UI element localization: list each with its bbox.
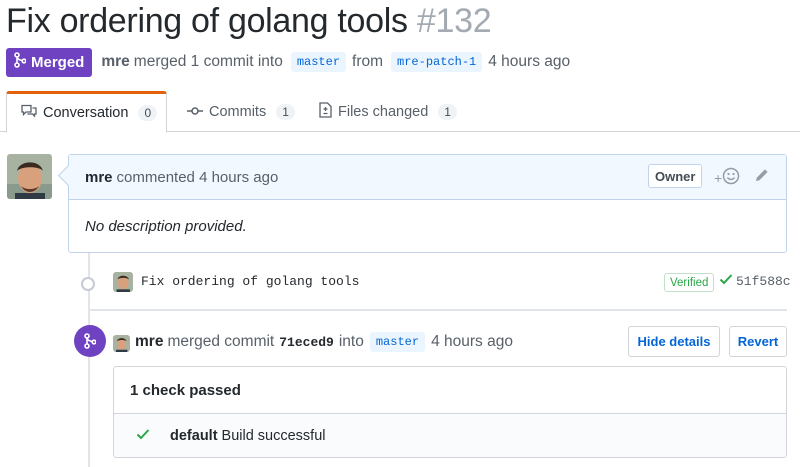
commit-row: Fix ordering of golang tools Verified 51… xyxy=(0,270,800,296)
owner-badge: Owner xyxy=(648,164,703,188)
comment-author-link[interactable]: mre xyxy=(85,169,113,186)
merged-state-badge: Merged xyxy=(6,47,93,77)
merge-commit-sha[interactable]: 71eced9 xyxy=(279,335,334,350)
merged-state-label: Merged xyxy=(31,53,85,71)
merge-author-link[interactable]: mre xyxy=(135,333,163,351)
tab-conversation-label: Conversation xyxy=(43,105,129,121)
checks-box: 1 check passed default Build successful xyxy=(113,366,787,458)
commit-sha: 51f588c xyxy=(736,273,791,289)
avatar[interactable] xyxy=(113,335,130,352)
git-commit-icon xyxy=(81,277,95,291)
merge-event-line: mre merged commit 71eced9 into master 4 … xyxy=(135,330,513,354)
add-reaction-button[interactable]: + xyxy=(714,167,740,188)
tab-commits-label: Commits xyxy=(209,103,267,120)
checks-summary: 1 check passed xyxy=(114,367,786,414)
pr-number: #132 xyxy=(416,2,492,40)
pr-title: Fix ordering of golang tools #132 xyxy=(6,2,492,41)
pr-author-link[interactable]: mre xyxy=(101,53,129,71)
comment-discussion-icon xyxy=(21,104,37,122)
git-merge-icon xyxy=(74,325,106,357)
reaction-plus: + xyxy=(714,169,723,186)
base-branch[interactable]: master xyxy=(290,52,347,72)
tab-commits-count: 1 xyxy=(276,103,295,120)
check-item: default Build successful xyxy=(114,414,786,457)
head-branch[interactable]: mre-patch-1 xyxy=(391,52,483,72)
merge-into-text: into xyxy=(338,333,364,350)
timeline-divider xyxy=(90,309,787,311)
commit-message-link[interactable]: Fix ordering of golang tools xyxy=(141,274,359,289)
merge-action: merged commit xyxy=(167,333,275,350)
comment-action[interactable]: commented 4 hours ago xyxy=(117,169,279,186)
check-description: Build successful xyxy=(221,428,326,444)
check-name: default xyxy=(170,428,218,444)
tab-conversation-count: 0 xyxy=(138,105,158,121)
git-commit-icon xyxy=(187,104,203,120)
revert-button[interactable]: Revert xyxy=(729,326,787,357)
avatar[interactable] xyxy=(7,154,52,199)
merge-time-ago: 4 hours ago xyxy=(431,333,513,350)
pr-time-ago: 4 hours ago xyxy=(488,53,571,70)
tab-files-changed[interactable]: Files changed 1 xyxy=(319,91,457,132)
pr-meta: Merged mre merged 1 commit into master f… xyxy=(6,47,572,77)
tab-files-changed-count: 1 xyxy=(438,103,457,120)
from-text: from xyxy=(352,53,384,70)
git-merge-icon xyxy=(14,52,27,72)
check-icon xyxy=(136,428,150,444)
avatar[interactable] xyxy=(113,272,133,292)
check-icon xyxy=(719,273,733,289)
pr-title-text: Fix ordering of golang tools xyxy=(6,2,408,40)
tab-commits[interactable]: Commits 1 xyxy=(187,91,295,132)
tab-conversation[interactable]: Conversation 0 xyxy=(6,91,167,133)
tab-files-changed-label: Files changed xyxy=(338,103,429,120)
hide-details-button[interactable]: Hide details xyxy=(628,326,720,357)
comment-box: mre commented 4 hours ago Owner + No des… xyxy=(68,154,787,253)
smiley-icon xyxy=(722,167,740,188)
merge-base-branch[interactable]: master xyxy=(369,332,426,352)
pr-tabs: Conversation 0 Commits 1 Files changed 1 xyxy=(0,91,800,133)
pencil-icon[interactable] xyxy=(754,167,770,187)
file-diff-icon xyxy=(319,101,332,122)
pr-summary-text: merged 1 commit into xyxy=(133,53,283,70)
comment-body: No description provided. xyxy=(85,218,247,235)
commit-sha-link[interactable]: 51f588c xyxy=(719,273,791,289)
verified-badge[interactable]: Verified xyxy=(664,273,715,292)
comment-header: mre commented 4 hours ago Owner + xyxy=(69,155,786,200)
